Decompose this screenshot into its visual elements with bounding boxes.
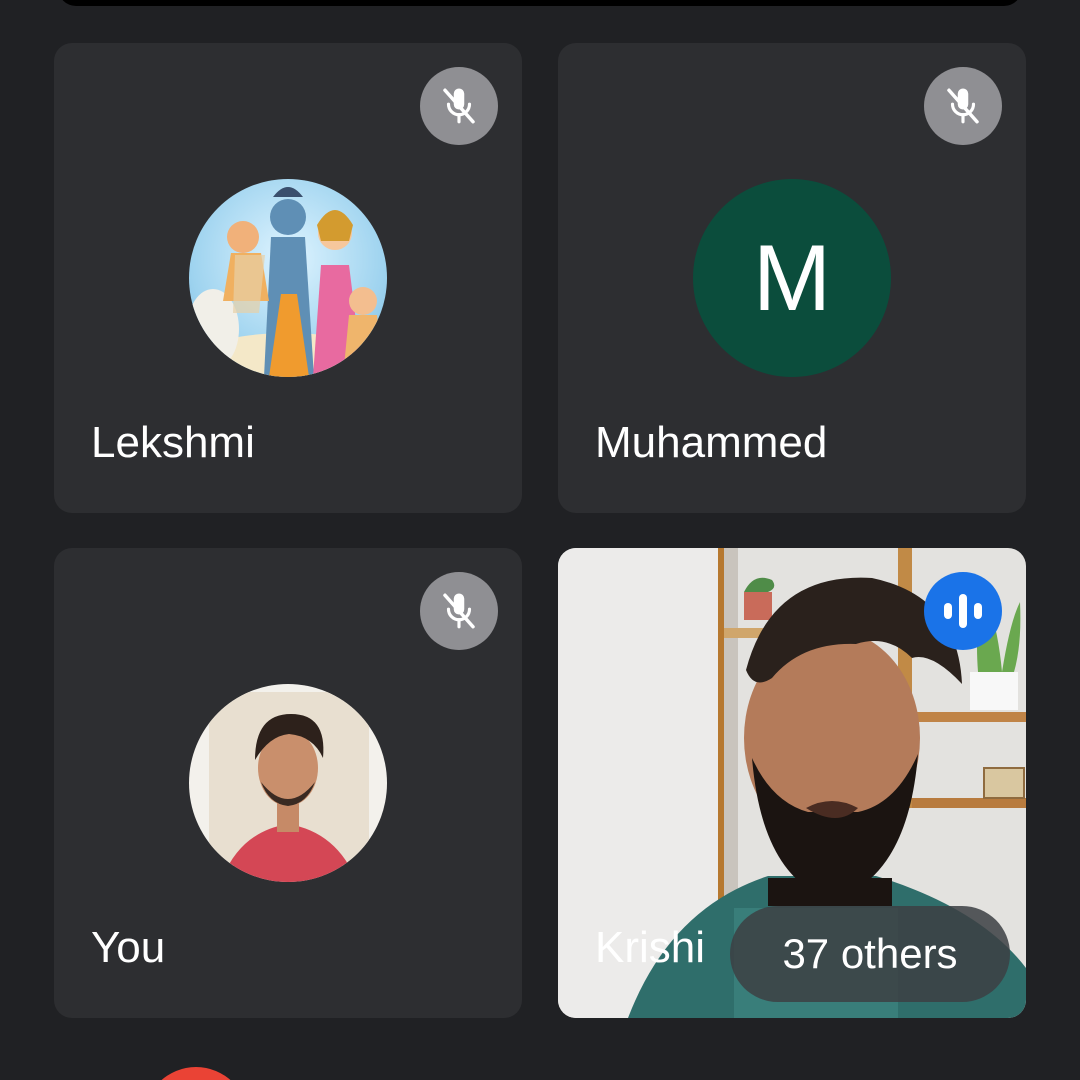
participant-name: Lekshmi <box>91 418 255 467</box>
participant-tile-muhammed[interactable]: M Muhammed <box>558 43 1026 513</box>
participant-tile-lekshmi[interactable]: Lekshmi <box>54 43 522 513</box>
audio-level-icon <box>924 572 1002 650</box>
avatar <box>189 179 387 377</box>
participant-tile-you[interactable]: You <box>54 548 522 1018</box>
others-count-label: 37 others <box>782 930 958 977</box>
avatar: M <box>693 179 891 377</box>
avatar-initial: M <box>752 225 832 330</box>
participant-name: Krishi <box>595 923 706 972</box>
end-call-button[interactable] <box>144 1067 248 1080</box>
participant-name: Muhammed <box>595 418 828 467</box>
others-participants-button[interactable]: 37 others <box>730 906 1010 1002</box>
mic-off-icon <box>420 67 498 145</box>
meeting-grid: Lekshmi M Muhammed You Krishi 37 others <box>0 0 1080 1080</box>
mic-off-icon <box>924 67 1002 145</box>
top-video-strip <box>58 0 1022 6</box>
participant-name: You <box>91 923 166 972</box>
avatar <box>189 684 387 882</box>
mic-off-icon <box>420 572 498 650</box>
